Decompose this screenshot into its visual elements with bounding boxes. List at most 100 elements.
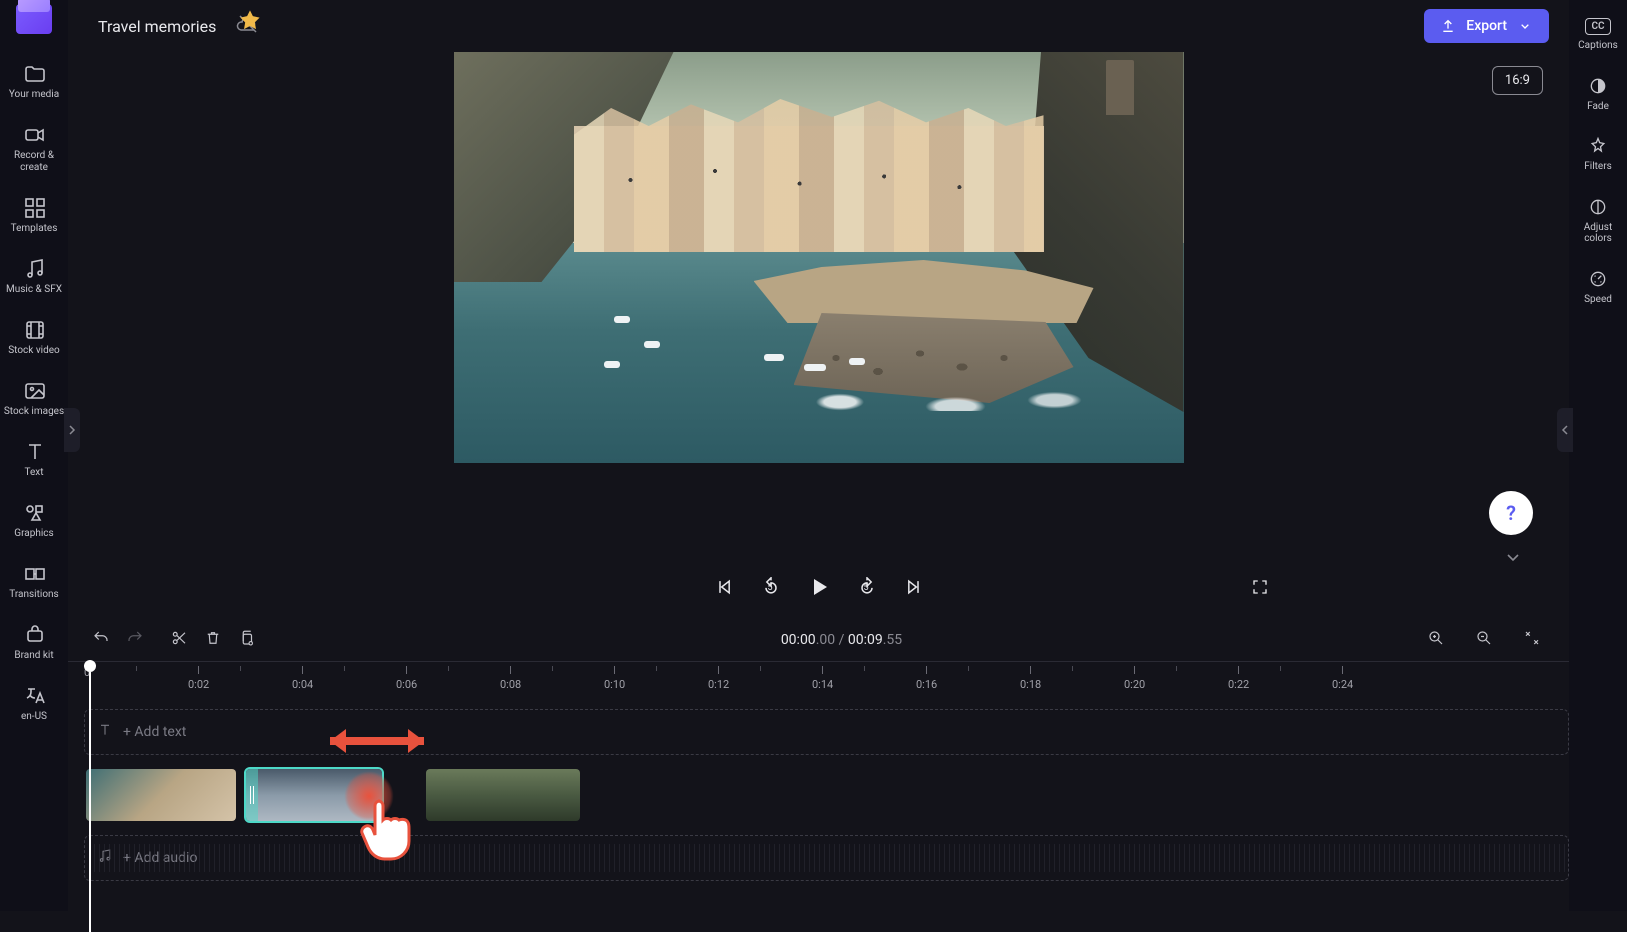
- rs-item-speed[interactable]: Speed: [1584, 257, 1612, 318]
- sidebar-item-label: Templates: [11, 223, 58, 235]
- ruler-tick: 0:24: [1332, 662, 1353, 695]
- delete-button[interactable]: [196, 623, 230, 657]
- ruler-tick: 0:16: [916, 662, 937, 695]
- sidebar-item-label: Stock images: [4, 406, 64, 418]
- sidebar-item-transitions[interactable]: Transitions: [2, 552, 66, 613]
- skip-start-button[interactable]: [715, 577, 735, 601]
- project-title[interactable]: Travel memories: [98, 17, 216, 36]
- audio-track-placeholder: + Add audio: [123, 850, 197, 866]
- sidebar-item-text[interactable]: Text: [2, 430, 66, 491]
- video-track[interactable]: Approaching the Empire State Building in…: [84, 765, 1569, 825]
- music-icon: [97, 848, 113, 868]
- sidebar-item-label: Text: [24, 467, 43, 479]
- split-button[interactable]: [162, 623, 196, 657]
- export-label: Export: [1466, 18, 1507, 34]
- zoom-fit-button[interactable]: [1515, 623, 1549, 657]
- upload-icon: [1440, 18, 1456, 34]
- sidebar-item-label: Brand kit: [14, 650, 53, 662]
- chevron-down-icon: [1517, 18, 1533, 34]
- sidebar-item-music[interactable]: Music & SFX: [2, 247, 66, 308]
- rs-item-filters[interactable]: Filters: [1584, 124, 1612, 185]
- sidebar-item-label: Stock video: [8, 345, 60, 357]
- header: Travel memories Export: [68, 0, 1569, 52]
- music-icon: [23, 257, 45, 279]
- skip-end-button[interactable]: [903, 577, 923, 601]
- graphics-icon: [23, 501, 45, 523]
- ruler-tick: 0:12: [708, 662, 729, 695]
- cloud-sync-off-icon[interactable]: [236, 12, 260, 40]
- sidebar-item-stock-video[interactable]: Stock video: [2, 308, 66, 369]
- rs-item-label: Fade: [1587, 101, 1609, 113]
- rs-item-label: Speed: [1584, 294, 1612, 306]
- zoom-in-button[interactable]: [1419, 623, 1453, 657]
- rs-item-adjust-colors[interactable]: Adjust colors: [1569, 185, 1627, 257]
- text-track-placeholder: + Add text: [123, 724, 186, 740]
- ruler-tick: 0:08: [500, 662, 521, 695]
- video-preview[interactable]: [454, 52, 1184, 463]
- expand-right-panel[interactable]: [1557, 408, 1573, 452]
- sidebar-item-label: Your media: [9, 89, 59, 101]
- text-track[interactable]: + Add text: [84, 709, 1569, 755]
- camera-icon: [23, 123, 45, 145]
- transitions-icon: [23, 562, 45, 584]
- ruler-tick: 0:22: [1228, 662, 1249, 695]
- rs-item-label: Filters: [1584, 161, 1612, 173]
- sidebar-item-templates[interactable]: Templates: [2, 186, 66, 247]
- sidebar-item-label: Record & create: [2, 150, 66, 174]
- timeline-tracks: + Add text Approaching the Empire State …: [68, 695, 1569, 911]
- filters-icon: [1588, 136, 1608, 156]
- sidebar-item-label: en-US: [21, 711, 47, 723]
- sidebar-item-brand-kit[interactable]: Brand kit: [2, 613, 66, 674]
- rs-item-fade[interactable]: Fade: [1587, 64, 1609, 125]
- cc-icon: CC: [1585, 18, 1610, 35]
- left-sidebar: Your media Record & create Templates Mus…: [0, 0, 68, 911]
- right-sidebar: CC Captions Fade Filters Adjust colors S…: [1569, 0, 1627, 911]
- timeline-ruler[interactable]: 0 0:020:040:060:080:100:120:140:160:180:…: [68, 661, 1569, 695]
- play-button[interactable]: [807, 575, 831, 603]
- ruler-tick: 0:06: [396, 662, 417, 695]
- redo-button[interactable]: [118, 623, 152, 657]
- fade-icon: [1588, 76, 1608, 96]
- rewind-button[interactable]: 5: [761, 577, 781, 601]
- playhead[interactable]: [84, 660, 96, 672]
- rs-item-label: Adjust colors: [1569, 222, 1627, 245]
- export-button[interactable]: Export: [1424, 9, 1549, 43]
- audio-track[interactable]: + Add audio: [84, 835, 1569, 881]
- zoom-out-button[interactable]: [1467, 623, 1501, 657]
- sidebar-item-language[interactable]: en-US: [2, 674, 66, 735]
- templates-icon: [23, 196, 45, 218]
- folder-icon: [23, 62, 45, 84]
- chevron-left-icon: [1561, 424, 1569, 436]
- aspect-ratio-button[interactable]: 16:9: [1492, 66, 1543, 95]
- rs-item-label: Captions: [1578, 40, 1618, 52]
- ruler-tick: 0:20: [1124, 662, 1145, 695]
- undo-button[interactable]: [84, 623, 118, 657]
- sidebar-item-graphics[interactable]: Graphics: [2, 491, 66, 552]
- timeline-timecode: 00:00.00 / 00:09.55: [264, 632, 1419, 648]
- duplicate-button[interactable]: [230, 623, 264, 657]
- help-button[interactable]: ?: [1489, 491, 1533, 535]
- text-icon: [23, 440, 45, 462]
- film-icon: [23, 318, 45, 340]
- forward-button[interactable]: 5: [857, 577, 877, 601]
- preview-area: 16:9 ?: [68, 52, 1569, 563]
- sidebar-item-label: Transitions: [9, 589, 58, 601]
- sidebar-item-record-create[interactable]: Record & create: [2, 113, 66, 186]
- video-clip-3[interactable]: [424, 767, 582, 823]
- sidebar-item-stock-images[interactable]: Stock images: [2, 369, 66, 430]
- chevron-down-icon: [1506, 552, 1520, 562]
- text-icon: [97, 722, 113, 742]
- sidebar-item-label: Music & SFX: [6, 284, 62, 296]
- sidebar-item-label: Graphics: [14, 528, 53, 540]
- fullscreen-button[interactable]: [1251, 578, 1269, 600]
- ruler-tick: 0:04: [292, 662, 313, 695]
- ruler-tick: 0:14: [812, 662, 833, 695]
- adjust-icon: [1588, 197, 1608, 217]
- rs-item-captions[interactable]: CC Captions: [1578, 6, 1618, 64]
- ruler-tick: 0:18: [1020, 662, 1041, 695]
- sidebar-item-your-media[interactable]: Your media: [2, 52, 66, 113]
- video-clip-1[interactable]: [84, 767, 238, 823]
- video-clip-2-selected[interactable]: Approaching the Empire State Building in…: [244, 767, 384, 823]
- trim-handle-left[interactable]: [246, 769, 258, 821]
- app-logo[interactable]: [16, 4, 52, 34]
